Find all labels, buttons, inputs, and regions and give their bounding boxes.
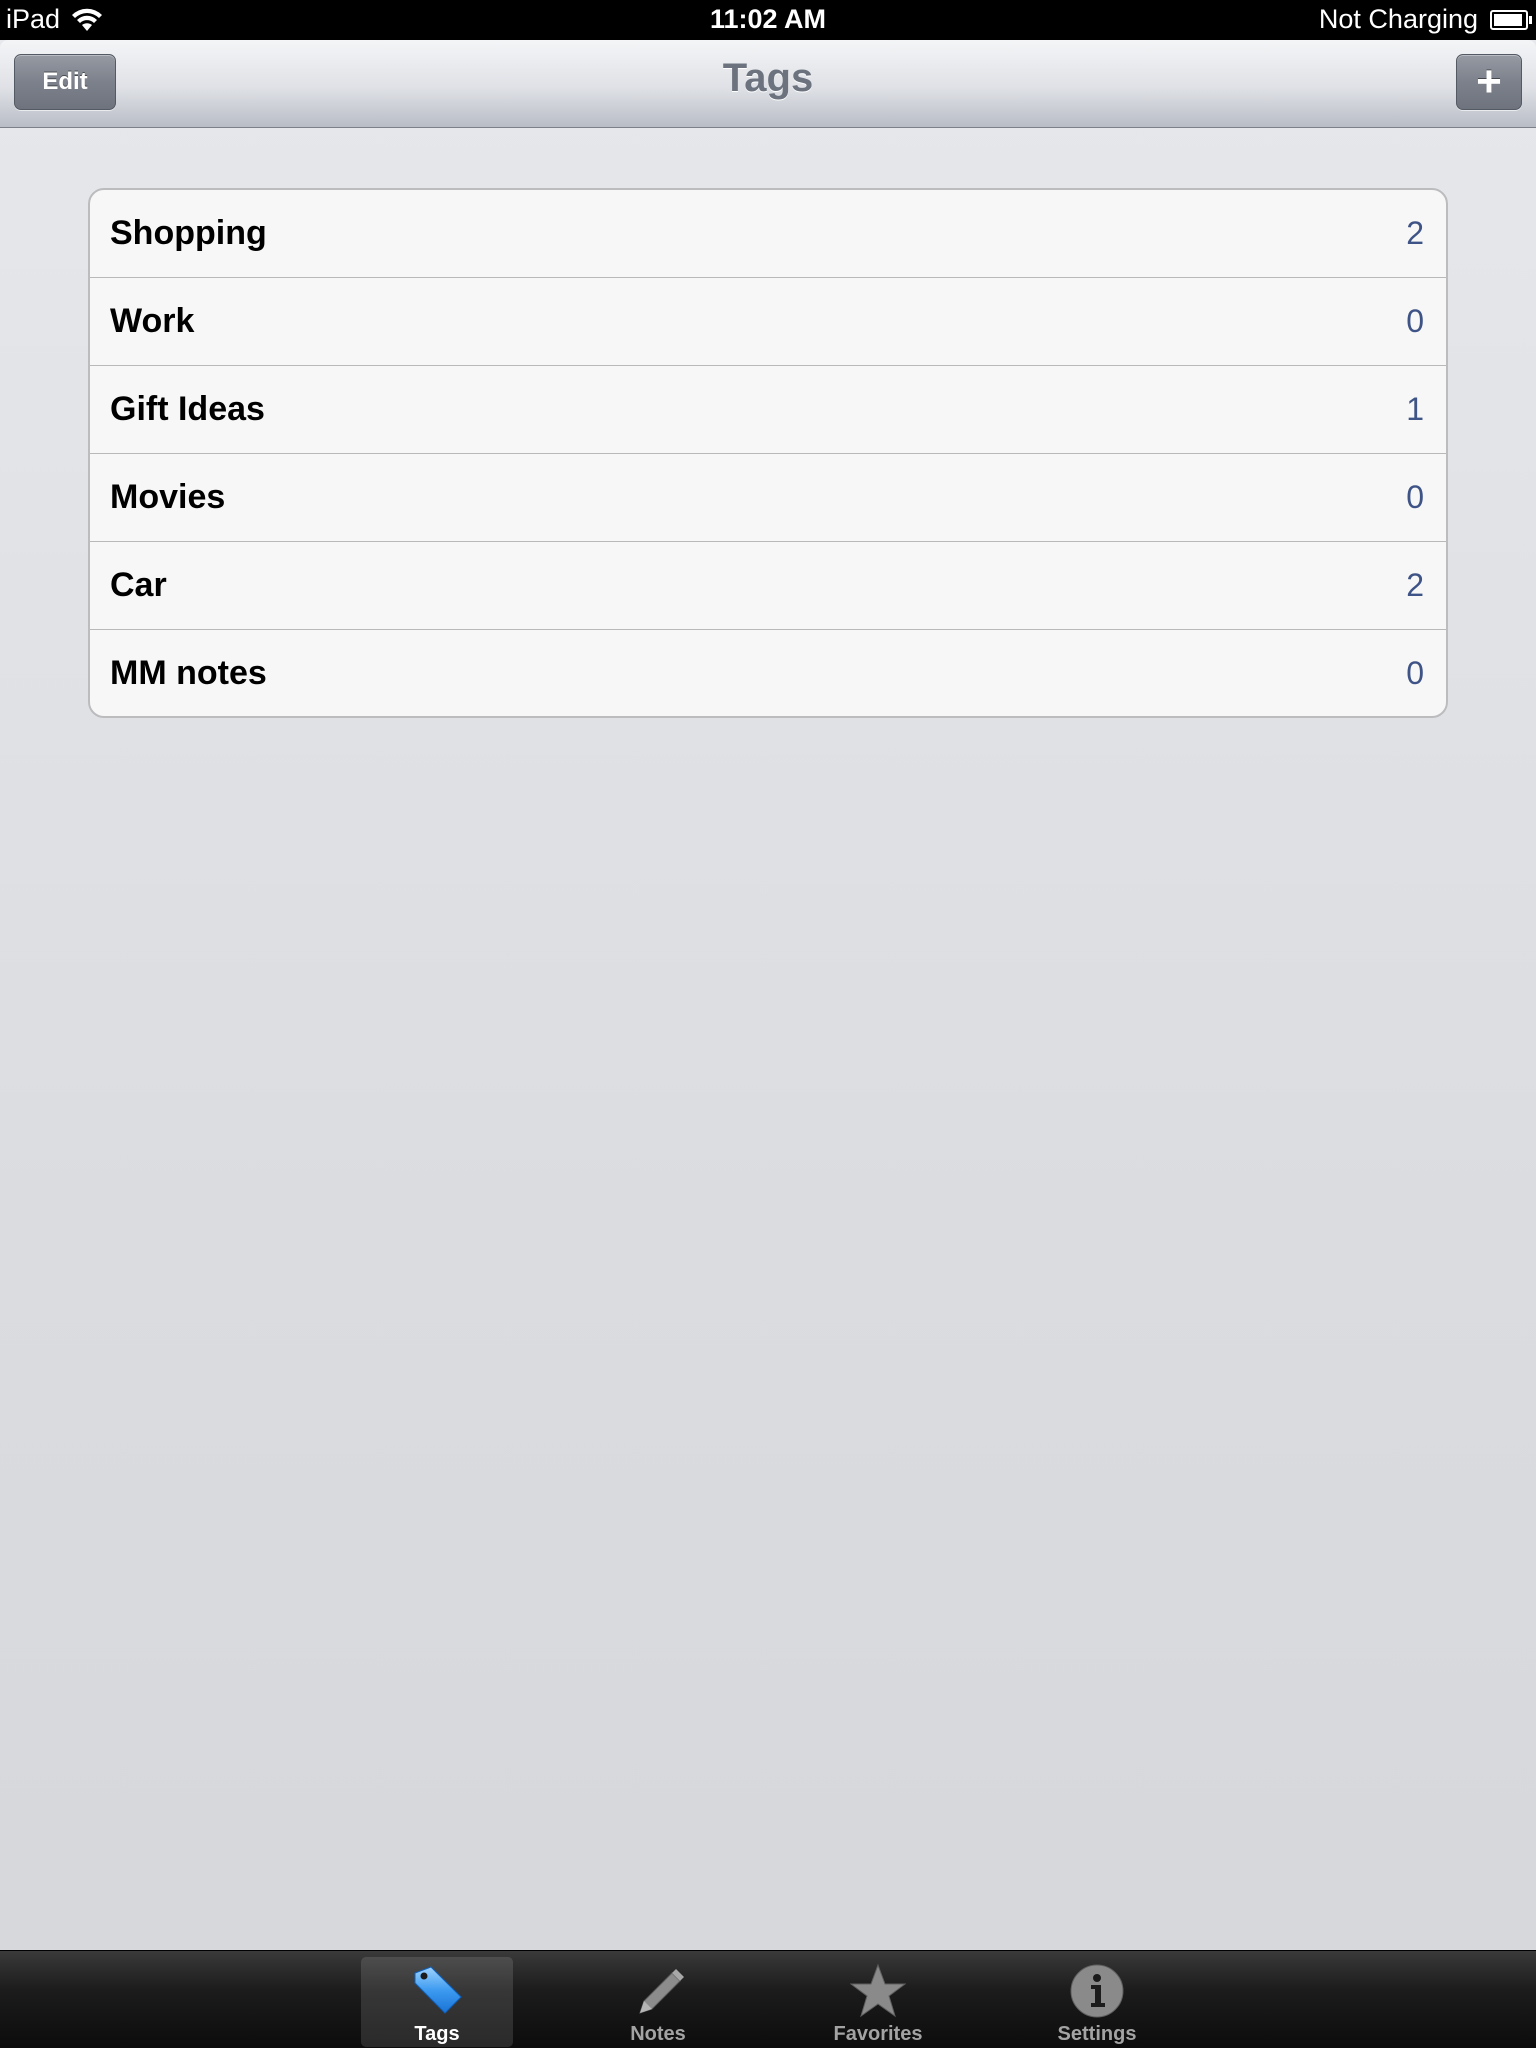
- table-row[interactable]: Movies 0: [90, 454, 1446, 542]
- status-bar: iPad 11:02 AM Not Charging: [0, 0, 1536, 40]
- tab-settings[interactable]: Settings: [1021, 1957, 1173, 2047]
- tab-tags[interactable]: Tags: [361, 1957, 513, 2047]
- status-time: 11:02 AM: [709, 4, 827, 34]
- star-icon: [850, 1963, 906, 2018]
- battery-icon: [1490, 9, 1532, 30]
- tag-count: 0: [1406, 654, 1424, 691]
- tag-count: 2: [1406, 567, 1424, 603]
- tab-label: Notes: [630, 2023, 686, 2045]
- tag-count: 2: [1406, 215, 1424, 251]
- tag-name: Gift Ideas: [110, 390, 265, 428]
- tags-table: Shopping 2 Work 0 Gift Ideas 1 Movies 0 …: [88, 188, 1448, 718]
- tag-count: 1: [1406, 391, 1424, 427]
- battery-indicator: Not Charging: [1318, 4, 1532, 35]
- tag-count: 0: [1406, 303, 1424, 339]
- tab-label: Settings: [1057, 2023, 1137, 2045]
- navigation-bar: Edit Tags +: [0, 40, 1536, 128]
- page-title: Tags: [722, 56, 814, 100]
- plus-icon: +: [1476, 57, 1502, 106]
- tag-name: Work: [110, 302, 195, 340]
- tab-label: Favorites: [833, 2023, 923, 2045]
- table-row[interactable]: Gift Ideas 1: [90, 366, 1446, 454]
- tab-notes[interactable]: Notes: [582, 1957, 734, 2047]
- tag-name: Car: [110, 566, 167, 604]
- table-row[interactable]: Shopping 2: [90, 190, 1446, 278]
- tag-icon: [414, 1966, 462, 2014]
- table-row[interactable]: Car 2: [90, 542, 1446, 630]
- info-icon: [1070, 1964, 1124, 2018]
- tab-label: Tags: [414, 2023, 460, 2045]
- pencil-icon: [639, 1969, 684, 2014]
- tag-name: MM notes: [110, 653, 267, 692]
- add-tag-button[interactable]: +: [1456, 54, 1522, 110]
- table-row[interactable]: Work 0: [90, 278, 1446, 366]
- table-row[interactable]: MM notes 0: [90, 630, 1446, 716]
- tab-bar: Tags Notes Favorites Settings: [0, 1950, 1536, 2048]
- tab-favorites[interactable]: Favorites: [802, 1957, 954, 2047]
- tag-count: 0: [1406, 479, 1424, 515]
- charge-status: Not Charging: [1318, 4, 1478, 34]
- tag-name: Movies: [110, 478, 226, 516]
- tag-name: Shopping: [110, 214, 267, 252]
